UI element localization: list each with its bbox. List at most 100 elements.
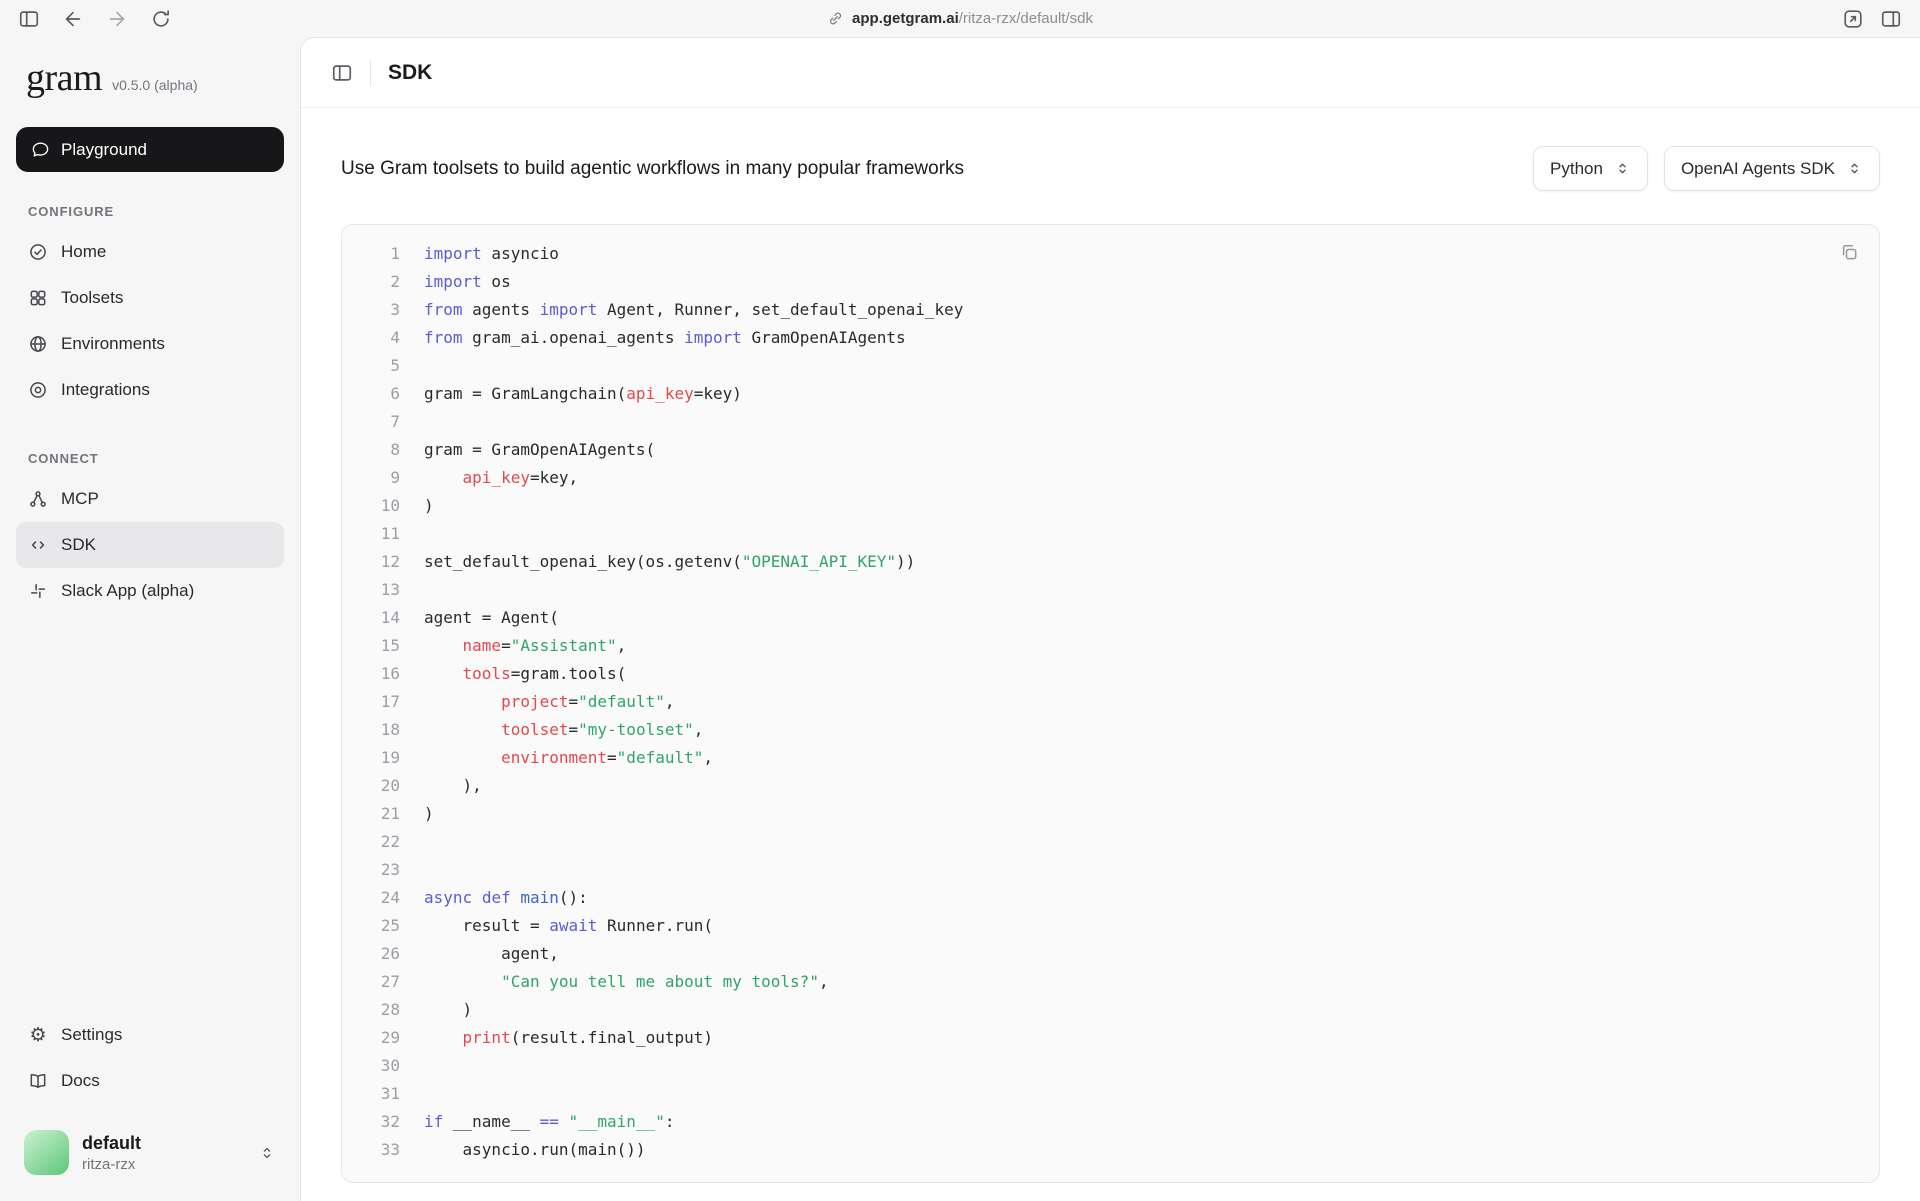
panel-collapse-icon[interactable] [331,62,353,84]
line-number: 13 [360,576,400,604]
code-line: name="Assistant", [424,632,1857,660]
code-line: asyncio.run(main()) [424,1136,1857,1164]
code-token [424,1028,463,1047]
back-icon[interactable] [62,8,84,30]
language-select[interactable]: Python [1533,146,1648,191]
chevron-up-down-icon [1614,160,1631,177]
code-token: from [424,300,463,319]
code-token [472,888,482,907]
forward-icon[interactable] [106,8,128,30]
sidebar-item-toolsets[interactable]: Toolsets [16,275,284,321]
code-line [424,576,1857,604]
line-number: 31 [360,1080,400,1108]
slack-icon [28,581,48,601]
code-token: agent, [424,944,559,963]
code-line [424,856,1857,884]
workspace-org: ritza-rzx [82,1156,141,1173]
code-token: from [424,328,463,347]
connect-nav: MCP SDK Slack App (alpha) [16,476,284,614]
page-actions-icon[interactable] [1842,8,1864,30]
code-token [424,720,501,739]
sidebar: gram v0.5.0 (alpha) Playground CONFIGURE… [0,37,300,1201]
line-number: 2 [360,268,400,296]
code-line: import asyncio [424,240,1857,268]
chevron-up-down-icon [1846,160,1863,177]
line-number: 20 [360,772,400,800]
sidebar-item-home[interactable]: Home [16,229,284,275]
code-token: "default" [578,692,665,711]
code-line: toolset="my-toolset", [424,716,1857,744]
code-token: await [549,916,597,935]
code-token: gram = GramOpenAIAgents( [424,440,655,459]
code-token: gram_ai.openai_agents [463,328,685,347]
sidebar-item-docs[interactable]: Docs [16,1058,284,1104]
code-token [424,636,463,655]
playground-button[interactable]: Playground [16,127,284,172]
code-line [424,1052,1857,1080]
sidebar-item-integrations[interactable]: Integrations [16,367,284,413]
code-token: = [501,636,511,655]
line-number: 29 [360,1024,400,1052]
line-number: 28 [360,996,400,1024]
code-token: , [665,692,675,711]
copy-code-button[interactable] [1839,241,1861,263]
code-token: ) [424,496,434,515]
right-sidebar-toggle-icon[interactable] [1880,8,1902,30]
code-token: tools [463,664,511,683]
code-token: gram = GramLangchain( [424,384,626,403]
code-line [424,520,1857,548]
line-number: 3 [360,296,400,324]
line-number: 27 [360,968,400,996]
gram-logo: gram [26,59,102,97]
code-token: agent = Agent( [424,608,559,627]
code-token: set_default_openai_key(os.getenv( [424,552,742,571]
code-line: ) [424,492,1857,520]
sidebar-item-label: MCP [61,489,99,509]
workspace-name: default [82,1133,141,1154]
sidebar-item-environments[interactable]: Environments [16,321,284,367]
code-token: os [482,272,511,291]
link-icon [827,10,844,27]
sidebar-item-slack-app[interactable]: Slack App (alpha) [16,568,284,614]
line-number: 5 [360,352,400,380]
code-token: , [617,636,627,655]
page-subtitle: Use Gram toolsets to build agentic workf… [341,158,964,180]
url-bar[interactable]: app.getgram.ai/ritza-rzx/default/sdk [827,10,1093,27]
sidebar-item-mcp[interactable]: MCP [16,476,284,522]
code-token [424,664,463,683]
code-token: result = [424,916,549,935]
code-token: "__main__" [569,1112,665,1131]
home-icon [28,242,48,262]
code-token: ) [424,804,434,823]
line-number: 16 [360,660,400,688]
sidebar-item-label: Home [61,242,106,262]
header-divider [370,60,371,86]
line-number: 7 [360,408,400,436]
integrations-icon [28,380,48,400]
configure-section-label: CONFIGURE [16,204,284,219]
workspace-selector[interactable]: default ritza-rzx [16,1130,284,1175]
line-number: 1 [360,240,400,268]
reload-icon[interactable] [150,8,172,30]
content: Use Gram toolsets to build agentic workf… [301,146,1920,1183]
sidebar-item-settings[interactable]: ⚙ Settings [16,1012,284,1058]
panel-header: SDK [301,38,1920,108]
code-line [424,828,1857,856]
sidebar-item-sdk[interactable]: SDK [16,522,284,568]
chevron-up-down-icon [258,1144,276,1162]
code-line [424,1080,1857,1108]
browser-sidebar-toggle-icon[interactable] [18,8,40,30]
code-line: from gram_ai.openai_agents import GramOp… [424,324,1857,352]
code-token [424,692,501,711]
code-line: async def main(): [424,884,1857,912]
code-line: environment="default", [424,744,1857,772]
code-token: = [569,720,579,739]
line-number: 22 [360,828,400,856]
toolsets-icon [28,288,48,308]
code-line: from agents import Agent, Runner, set_de… [424,296,1857,324]
framework-select[interactable]: OpenAI Agents SDK [1664,146,1880,191]
main-panel: SDK Use Gram toolsets to build agentic w… [300,37,1920,1201]
code-token: Runner.run( [597,916,713,935]
code-token: import [424,244,482,263]
line-number: 21 [360,800,400,828]
